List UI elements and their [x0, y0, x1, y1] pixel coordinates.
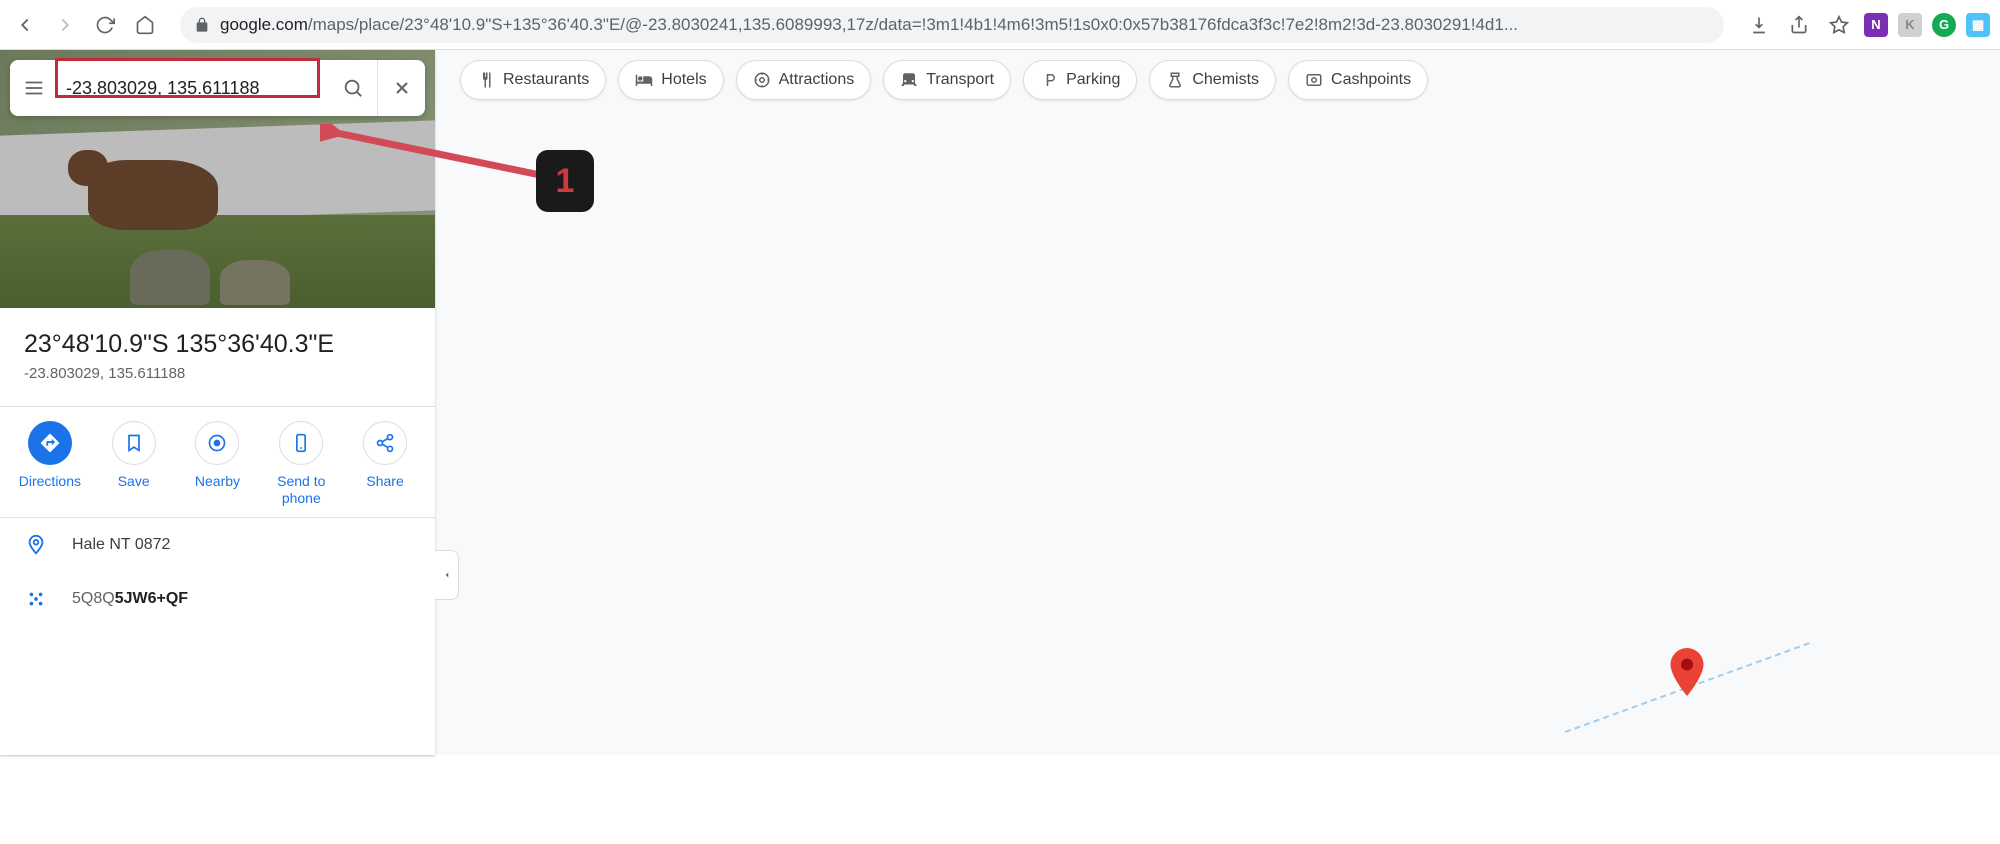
share-button[interactable]: Share: [347, 421, 423, 507]
address-bar[interactable]: google.com/maps/place/23°48'10.9"S+135°3…: [180, 7, 1724, 43]
place-actions: Directions Save Nearby Send to phone Sha…: [0, 407, 435, 518]
send-to-phone-button[interactable]: Send to phone: [263, 421, 339, 507]
restaurant-icon: [477, 71, 495, 89]
menu-button[interactable]: [10, 60, 58, 116]
extension-icons: N K G ▦: [1864, 13, 1990, 37]
attractions-icon: [753, 71, 771, 89]
chip-label: Parking: [1066, 71, 1120, 89]
map-road: [1565, 642, 1850, 844]
annotation-badge: 1: [536, 150, 594, 212]
close-icon: [392, 78, 412, 98]
extension-onenote-icon[interactable]: N: [1864, 13, 1888, 37]
home-button[interactable]: [130, 10, 160, 40]
address-row[interactable]: Hale NT 0872: [0, 518, 435, 572]
chemist-icon: [1166, 71, 1184, 89]
search-button[interactable]: [329, 60, 377, 116]
chip-label: Transport: [926, 71, 994, 89]
phone-icon: [291, 433, 311, 453]
search-input[interactable]: [58, 78, 329, 99]
chip-cashpoints[interactable]: Cashpoints: [1288, 60, 1428, 100]
chip-label: Hotels: [661, 71, 706, 89]
pin-icon: [24, 534, 48, 556]
chip-hotels[interactable]: Hotels: [618, 60, 723, 100]
chip-attractions[interactable]: Attractions: [736, 60, 872, 100]
place-side-panel: 23°48'10.9"S 135°36'40.3"E -23.803029, 1…: [0, 50, 435, 755]
search-bar: [10, 60, 425, 116]
nearby-button[interactable]: Nearby: [179, 421, 255, 507]
browser-toolbar: google.com/maps/place/23°48'10.9"S+135°3…: [0, 0, 2000, 50]
extension-icon[interactable]: ▦: [1966, 13, 1990, 37]
chip-parking[interactable]: Parking: [1023, 60, 1137, 100]
lock-icon: [194, 17, 210, 33]
directions-icon: [39, 432, 61, 454]
transport-icon: [900, 71, 918, 89]
chip-transport[interactable]: Transport: [883, 60, 1011, 100]
nearby-icon: [207, 433, 227, 453]
bookmark-star-icon[interactable]: [1824, 10, 1854, 40]
hotel-icon: [635, 71, 653, 89]
collapse-panel-button[interactable]: [435, 550, 459, 600]
cashpoint-icon: [1305, 71, 1323, 89]
map-marker[interactable]: [1669, 648, 1705, 701]
map-canvas[interactable]: [435, 50, 2000, 755]
pluscode-row[interactable]: 5Q8Q5JW6+QF: [0, 572, 435, 626]
url-text: google.com/maps/place/23°48'10.9"S+135°3…: [220, 15, 1710, 35]
search-icon: [342, 77, 364, 99]
reload-button[interactable]: [90, 10, 120, 40]
pluscode-text: 5Q8Q5JW6+QF: [72, 590, 188, 608]
directions-button[interactable]: Directions: [12, 421, 88, 507]
chip-label: Chemists: [1192, 71, 1259, 89]
bookmark-icon: [124, 433, 144, 453]
extension-grammarly-icon[interactable]: G: [1932, 13, 1956, 37]
chip-restaurants[interactable]: Restaurants: [460, 60, 606, 100]
action-label: Directions: [19, 473, 81, 490]
clear-search-button[interactable]: [377, 60, 425, 116]
pluscode-icon: [24, 588, 48, 610]
category-chips: Restaurants Hotels Attractions Transport…: [460, 60, 1428, 100]
back-button[interactable]: [10, 10, 40, 40]
action-label: Share: [366, 473, 403, 490]
address-text: Hale NT 0872: [72, 536, 170, 554]
place-title: 23°48'10.9"S 135°36'40.3"E: [24, 330, 411, 359]
action-label: Nearby: [195, 473, 240, 490]
chip-chemists[interactable]: Chemists: [1149, 60, 1276, 100]
extension-icon[interactable]: K: [1898, 13, 1922, 37]
chip-label: Restaurants: [503, 71, 589, 89]
place-subtitle: -23.803029, 135.611188: [24, 365, 411, 382]
action-label: Save: [118, 473, 150, 490]
hamburger-icon: [23, 77, 45, 99]
save-button[interactable]: Save: [96, 421, 172, 507]
action-label: Send to phone: [263, 473, 339, 507]
forward-button[interactable]: [50, 10, 80, 40]
parking-icon: [1040, 71, 1058, 89]
chip-label: Cashpoints: [1331, 71, 1411, 89]
annotation-number: 1: [556, 162, 575, 201]
share-icon: [375, 433, 395, 453]
chip-label: Attractions: [779, 71, 855, 89]
install-app-icon[interactable]: [1744, 10, 1774, 40]
share-url-icon[interactable]: [1784, 10, 1814, 40]
